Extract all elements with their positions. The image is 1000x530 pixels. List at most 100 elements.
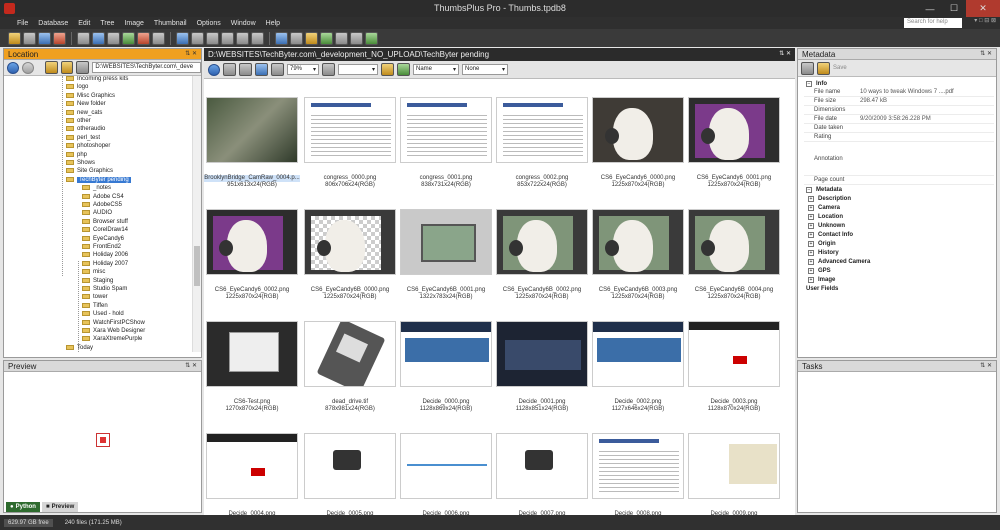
forward-icon[interactable]	[21, 61, 34, 74]
metadata-category[interactable]: + Camera	[804, 203, 994, 212]
favorites-folder-icon[interactable]	[44, 61, 58, 74]
metadata-row[interactable]: File size 298.47 kB	[804, 97, 994, 106]
thumbnail-item[interactable]: congress_0000.png 806x706x24(RGB)	[302, 79, 398, 191]
thumbnail-item[interactable]: CS6_EyeCandy6B_0000.png 1225x870x24(RGB)	[302, 191, 398, 303]
sort-primary-select[interactable]: Name ▾	[413, 64, 459, 75]
thumbnail-item[interactable]: CS6_EyeCandy6_0002.png 1225x870x24(RGB)	[204, 191, 300, 303]
thumbnail-item[interactable]: BrooklynBridge_CamRaw_0004.p... 951x613x2…	[204, 79, 300, 191]
metadata-category[interactable]: + Origin	[804, 239, 994, 248]
menu-window[interactable]: Window	[226, 20, 261, 27]
metadata-category[interactable]: + GPS	[804, 266, 994, 275]
menu-file[interactable]: File	[12, 20, 33, 27]
location-path-input[interactable]: D:\WEBSITES\TechByter.com\_deve	[92, 62, 201, 73]
details-icon[interactable]	[271, 63, 284, 76]
sort-icon[interactable]	[397, 63, 410, 76]
star-icon[interactable]	[60, 61, 74, 74]
metadata-save-button[interactable]: Save	[833, 65, 847, 71]
thumbnail-item[interactable]: CS6_EyeCandy6B_0004.png 1225x870x24(RGB)	[686, 191, 782, 303]
info-icon[interactable]	[77, 31, 90, 45]
folder-icon[interactable]	[305, 31, 318, 45]
menu-database[interactable]: Database	[33, 20, 73, 27]
settings-icon[interactable]	[350, 31, 363, 45]
info-section[interactable]: − Info	[804, 79, 994, 88]
print-icon[interactable]	[152, 31, 165, 45]
tree-item[interactable]: Today	[66, 344, 201, 352]
thumbnail-item[interactable]: congress_0001.png 838x731x24(RGB)	[398, 79, 494, 191]
crop-icon[interactable]	[191, 31, 204, 45]
thumbnail-item[interactable]: Decide_0005.png	[302, 415, 398, 515]
thumbnail-item[interactable]: Decide_0001.png 1128x851x24(RGB)	[494, 303, 590, 415]
redo-icon[interactable]	[236, 31, 249, 45]
panel-pin-icon[interactable]: ⇅ ✕	[980, 50, 992, 57]
minimize-button[interactable]: —	[918, 0, 942, 17]
menu-edit[interactable]: Edit	[73, 20, 95, 27]
folder-tree[interactable]: Incoming press kits logo Misc Graphics New …	[4, 76, 201, 352]
metadata-row[interactable]: Annotation	[804, 142, 994, 176]
slideshow-icon[interactable]	[275, 31, 288, 45]
metadata-row[interactable]: Date taken	[804, 124, 994, 133]
resize-icon[interactable]	[206, 31, 219, 45]
menu-tree[interactable]: Tree	[95, 20, 119, 27]
tab-preview[interactable]: ■ Preview	[41, 502, 79, 512]
batch-icon[interactable]	[290, 31, 303, 45]
metadata-category[interactable]: + Location	[804, 212, 994, 221]
thumbnail-item[interactable]: Decide_0007.png	[494, 415, 590, 515]
thumbnail-item[interactable]: dead_drive.tif 878x981x24(RGB)	[302, 303, 398, 415]
metadata-category[interactable]: + History	[804, 248, 994, 257]
metadata-row[interactable]: File name 10 ways to tweak Windows 7 ....…	[804, 88, 994, 97]
copy-icon[interactable]	[38, 31, 51, 45]
thumbnail-item[interactable]: congress_0002.png 853x722x24(RGB)	[494, 79, 590, 191]
refresh-icon[interactable]	[208, 63, 220, 76]
thumbnail-item[interactable]: Decide_0008.png	[590, 415, 686, 515]
thumbnail-item[interactable]: Decide_0009.png	[686, 415, 782, 515]
metadata-row[interactable]: Dimensions	[804, 106, 994, 115]
forward-gallery-icon[interactable]	[239, 63, 252, 76]
panel-pin-icon[interactable]: ⇅ ✕	[779, 50, 791, 57]
thumbnail-item[interactable]: CS6_EyeCandy6B_0001.png 1322x783x24(RGB)	[398, 191, 494, 303]
delete-icon[interactable]	[53, 31, 66, 45]
scan-icon[interactable]	[23, 31, 36, 45]
user-fields-section[interactable]: User Fields	[804, 284, 994, 293]
zoom-select[interactable]: 79% ▾	[287, 64, 319, 75]
thumbnail-item[interactable]: Decide_0006.png	[398, 415, 494, 515]
close-button[interactable]: ✕	[966, 0, 1000, 17]
open-icon[interactable]	[8, 31, 21, 45]
thumbnail-item[interactable]: Decide_0003.png 1128x870x24(RGB)	[686, 303, 782, 415]
metadata-section[interactable]: − Metadata	[804, 185, 994, 194]
sort-secondary-select[interactable]: None ▾	[462, 64, 508, 75]
menu-thumbnail[interactable]: Thumbnail	[149, 20, 192, 27]
back-gallery-icon[interactable]	[223, 63, 236, 76]
menu-help[interactable]: Help	[261, 20, 285, 27]
metadata-category[interactable]: + Image	[804, 275, 994, 284]
panel-pin-icon[interactable]: ⇅ ✕	[185, 50, 197, 57]
metadata-edit-icon[interactable]	[801, 61, 814, 75]
edit-icon[interactable]	[107, 31, 120, 45]
thumbnail-item[interactable]: CS6_EyeCandy6B_0002.png 1225x870x24(RGB)	[494, 191, 590, 303]
check-icon[interactable]	[365, 31, 378, 45]
help-search-input[interactable]: Search for help	[904, 18, 962, 28]
thumbnail-item[interactable]: CS6_EyeCandy6_0000.png 1225x870x24(RGB)	[590, 79, 686, 191]
undo-icon[interactable]	[221, 31, 234, 45]
filter-select[interactable]: ▾	[338, 64, 378, 75]
thumbnail-item[interactable]: Decide_0000.png 1128x869x24(RGB)	[398, 303, 494, 415]
menu-image[interactable]: Image	[119, 20, 148, 27]
metadata-row[interactable]: Page count	[804, 176, 994, 185]
tab-python[interactable]: ● Python	[6, 502, 40, 512]
metadata-row[interactable]: File date 9/20/2009 3:58:26.228 PM	[804, 115, 994, 124]
mdi-controls[interactable]: ▾ □ ⊟ ⊠	[974, 17, 996, 24]
filter-funnel-icon[interactable]	[322, 63, 335, 76]
metadata-category[interactable]: + Contact Info	[804, 230, 994, 239]
panel-pin-icon[interactable]: ⇅ ✕	[185, 362, 197, 369]
compare-icon[interactable]	[335, 31, 348, 45]
thumbnail-item[interactable]: CS6_EyeCandy6_0001.png 1225x870x24(RGB)	[686, 79, 782, 191]
lightbulb-icon[interactable]	[381, 63, 394, 76]
metadata-tag-icon[interactable]	[817, 61, 830, 75]
email-icon[interactable]	[137, 31, 150, 45]
thumbnail-item[interactable]: CS6_EyeCandy6B_0003.png 1225x870x24(RGB)	[590, 191, 686, 303]
view-mode-icon[interactable]	[255, 63, 268, 76]
thumbnail-gallery[interactable]: BrooklynBridge_CamRaw_0004.p... 951x613x2…	[204, 79, 795, 515]
view-icon[interactable]	[92, 31, 105, 45]
up-folder-icon[interactable]	[76, 61, 90, 74]
metadata-row[interactable]: Rating	[804, 133, 994, 142]
thumbnail-item[interactable]: Decide_0002.png 1127x646x24(RGB)	[590, 303, 686, 415]
